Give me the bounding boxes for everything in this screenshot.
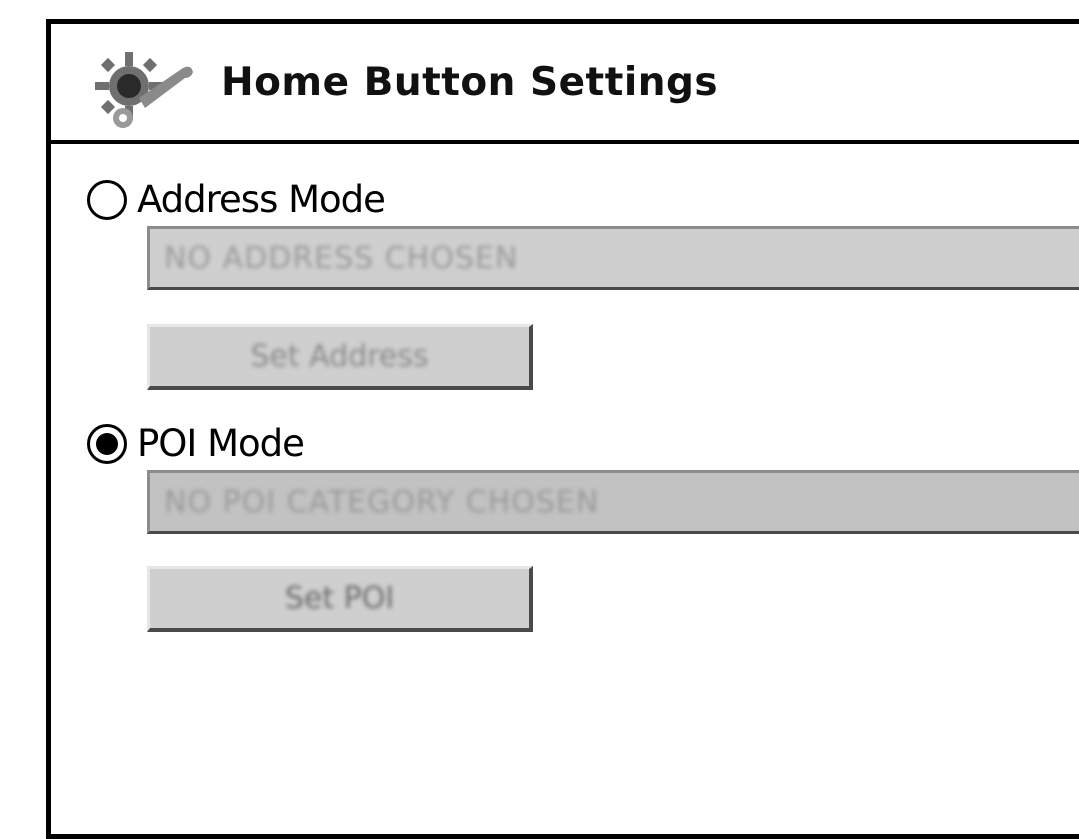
address-mode-label: Address Mode (137, 178, 386, 221)
dialog-title: Home Button Settings (221, 60, 719, 105)
home-button-settings-dialog: Home Button Settings Address Mode NO ADD… (46, 19, 1079, 839)
address-mode-radio[interactable] (87, 179, 127, 220)
address-field-value: NO ADDRESS CHOSEN (164, 240, 519, 276)
settings-wrench-gear-icon (95, 52, 193, 128)
poi-mode-radio-row[interactable]: POI Mode (87, 422, 305, 465)
set-address-button-label: Set Address (250, 339, 429, 374)
set-poi-button-label: Set POI (284, 581, 395, 616)
address-mode-radio-row[interactable]: Address Mode (87, 178, 386, 221)
title-bar: Home Button Settings (51, 24, 1079, 144)
poi-category-field: NO POI CATEGORY CHOSEN (147, 470, 1079, 534)
poi-mode-label: POI Mode (137, 422, 305, 465)
set-poi-button[interactable]: Set POI (147, 566, 533, 632)
poi-mode-radio[interactable] (87, 423, 127, 464)
set-address-button[interactable]: Set Address (147, 324, 533, 390)
poi-category-field-value: NO POI CATEGORY CHOSEN (164, 484, 600, 520)
address-field: NO ADDRESS CHOSEN (147, 226, 1079, 290)
